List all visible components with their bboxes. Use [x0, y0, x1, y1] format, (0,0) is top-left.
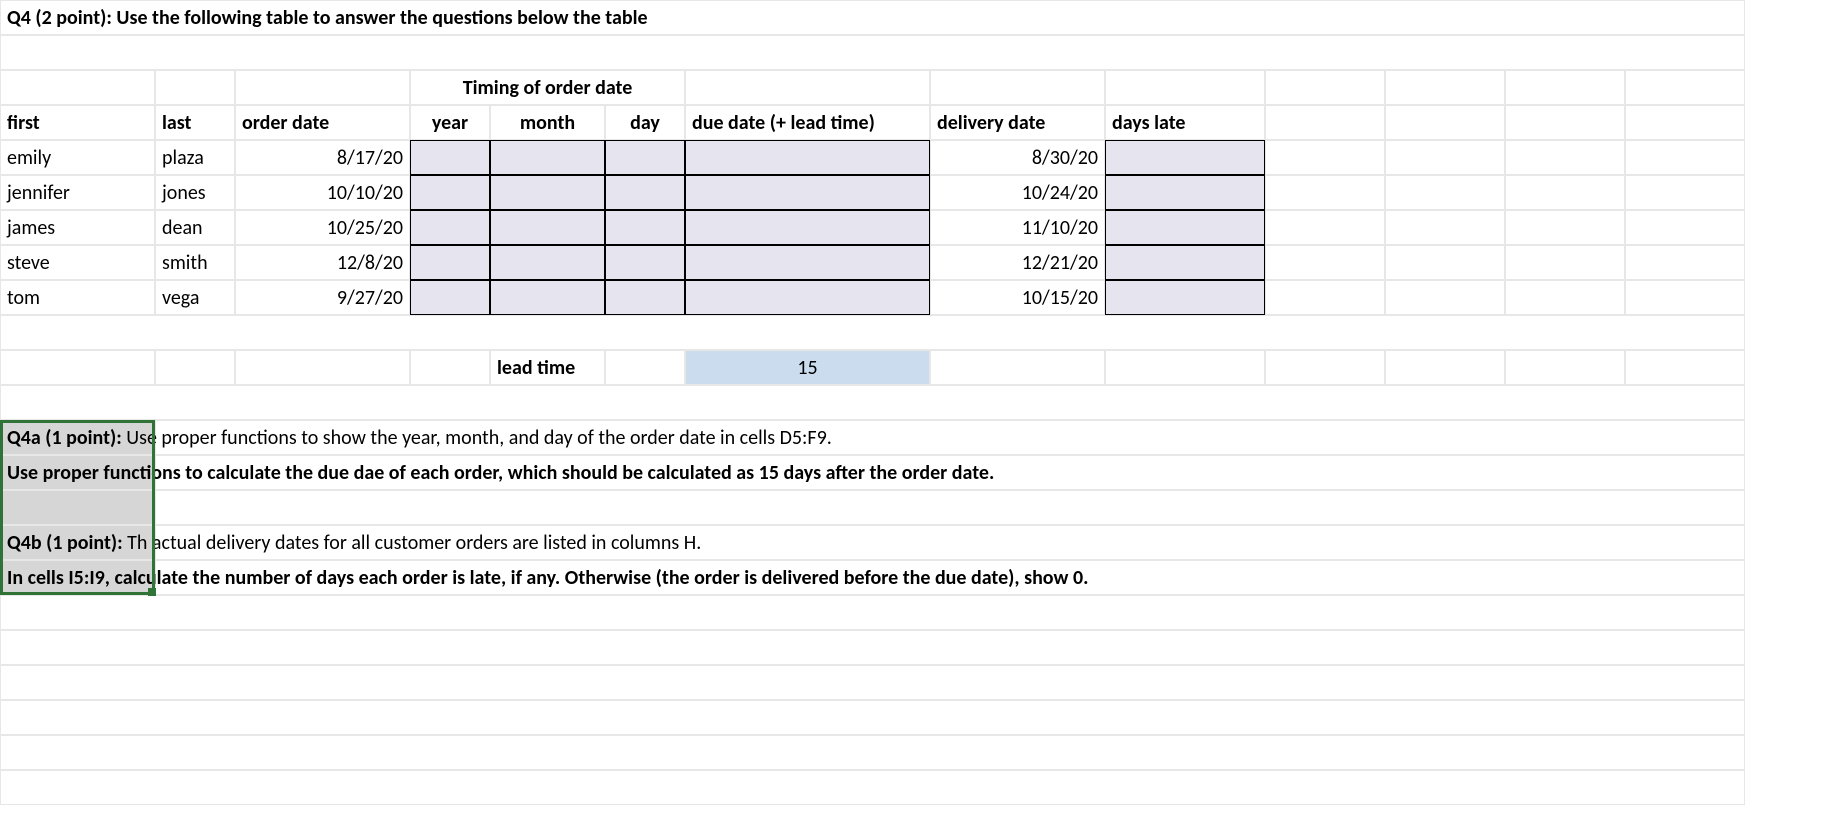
header-month: month: [490, 105, 605, 140]
table-row[interactable]: emily: [0, 140, 155, 175]
empty-cell[interactable]: [0, 35, 1745, 70]
header-due-date: due date (+ lead time): [685, 105, 930, 140]
header-first: first: [0, 105, 155, 140]
header-year: year: [410, 105, 490, 140]
spreadsheet-grid[interactable]: Q4 (2 point): Use the following table to…: [0, 0, 1844, 805]
header-day: day: [605, 105, 685, 140]
q4a-label[interactable]: Q4a (1 point): Use proper functions to s…: [0, 420, 155, 455]
table-row[interactable]: jennifer: [0, 175, 155, 210]
question-title: Q4 (2 point): Use the following table to…: [0, 0, 1745, 35]
lead-time-label: lead time: [490, 350, 605, 385]
table-row[interactable]: steve: [0, 245, 155, 280]
input-day[interactable]: [605, 140, 685, 175]
q4b-line2[interactable]: In cells I5:I9, calculate the number of …: [0, 560, 155, 595]
table-row[interactable]: tom: [0, 280, 155, 315]
q4a-line2[interactable]: Use proper functions to calculate the du…: [0, 455, 155, 490]
header-delivery-date: delivery date: [930, 105, 1105, 140]
lead-time-value[interactable]: 15: [685, 350, 930, 385]
input-month[interactable]: [490, 140, 605, 175]
q4b-label[interactable]: Q4b (1 point): Th actual delivery dates …: [0, 525, 155, 560]
input-days-late[interactable]: [1105, 140, 1265, 175]
input-due-date[interactable]: [685, 140, 930, 175]
input-year[interactable]: [410, 140, 490, 175]
timing-header: Timing of order date: [410, 70, 685, 105]
table-row[interactable]: james: [0, 210, 155, 245]
header-order-date: order date: [235, 105, 410, 140]
header-last: last: [155, 105, 235, 140]
header-days-late: days late: [1105, 105, 1265, 140]
